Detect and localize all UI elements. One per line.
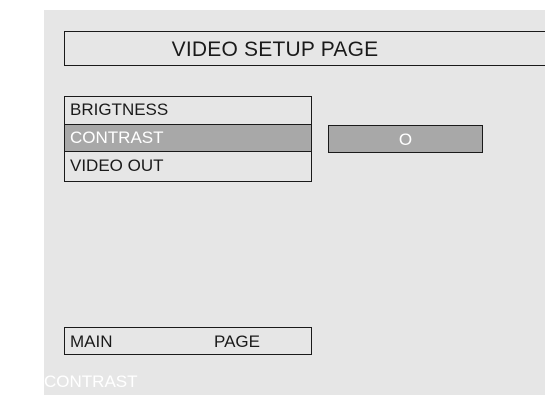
settings-menu: BRIGTNESS CONTRAST VIDEO OUT — [64, 96, 312, 182]
page-title-box: VIDEO SETUP PAGE — [64, 31, 545, 66]
main-page-button[interactable]: MAIN PAGE — [64, 327, 312, 355]
menu-item-contrast[interactable]: CONTRAST — [65, 124, 311, 152]
contrast-value-field[interactable]: O — [328, 125, 483, 153]
footer-main-label: MAIN — [70, 332, 113, 351]
footer-page-label: PAGE — [214, 332, 260, 351]
menu-item-brightness[interactable]: BRIGTNESS — [65, 97, 311, 124]
status-caption: CONTRAST — [44, 372, 138, 391]
menu-item-video-out[interactable]: VIDEO OUT — [65, 152, 311, 179]
page-title: VIDEO SETUP PAGE — [171, 38, 379, 61]
